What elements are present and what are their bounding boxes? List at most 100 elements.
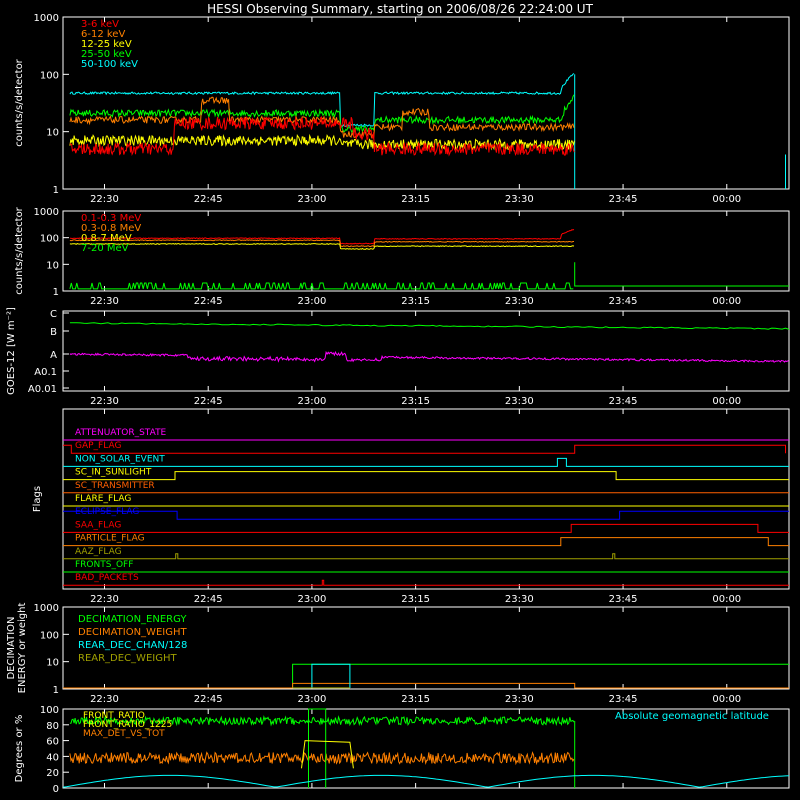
flags-time-label-0: 22:30 [90,594,119,605]
series-decimation-energy [63,663,789,689]
highE-ytick-label-1: 10 [46,260,59,271]
decim-time-label-0: 22:30 [90,694,119,705]
series-goes-long [69,322,790,330]
highE-ytick-label-2: 100 [40,234,59,245]
lowE-ytick-label-0: 1 [53,185,59,196]
flag-label-9: AAZ_FLAG [75,547,122,557]
goes-ylabel: GOES-12 [W m⁻²] [6,307,17,395]
decim-time-label-2: 23:00 [298,694,327,705]
chart-title: HESSI Observing Summary, starting on 200… [207,2,593,16]
decim-legend-1: DECIMATION_WEIGHT [78,627,187,638]
decim-ytick-label-3: 1000 [34,603,59,614]
lowE-time-label-6: 00:00 [712,194,741,205]
series-7-20-mev [69,282,574,290]
flag-label-2: NON_SOLAR_EVENT [75,454,165,464]
lowE-legend-4: 50-100 keV [81,59,138,70]
ratio-ytick-label-2: 40 [46,752,59,763]
decim-time-label-6: 00:00 [712,694,741,705]
goes-ytick-label-0: A0.01 [28,384,57,395]
lowE-axes [62,16,790,190]
flag-label-3: SC_IN_SUNLIGHT [75,468,152,478]
flags-time-label-6: 00:00 [712,594,741,605]
highE-ytick-label-0: 1 [53,287,59,298]
highE-axes [62,210,790,292]
decim-time-label-3: 23:15 [401,694,430,705]
flags-ylabel: Flags [32,486,43,512]
lowE-ytick-label-3: 1000 [34,13,59,24]
lowE-time-label-5: 23:45 [609,194,638,205]
ratio-ytick-label-5: 100 [40,705,59,716]
series-geomagnetic-latitude [62,774,790,788]
lowE-time-label-3: 23:15 [401,194,430,205]
series-decimation-weight [63,682,789,689]
goes-time-label-6: 00:00 [712,396,741,407]
flag-label-4: SC_TRANSMITTER [75,481,155,491]
goes-axes [62,310,790,392]
flags-time-label-1: 22:45 [194,594,223,605]
decim-legend-0: DECIMATION_ENERGY [78,614,187,625]
decim-ytick-label-0: 1 [53,685,59,696]
decim-ylabel-1: DECIMATION [6,616,17,679]
lowE-ytick-label-1: 10 [46,128,59,139]
decim-legend-3: REAR_DEC_WEIGHT [78,653,177,664]
flag-line-1 [63,444,786,454]
lowE-time-label-1: 22:45 [194,194,223,205]
series-goes-short [69,350,789,363]
highE-time-label-4: 23:30 [505,296,534,307]
ratio-ytick-label-1: 20 [46,768,59,779]
goes-ytick-label-3: B [50,327,57,338]
flag-label-11: BAD_PACKETS [75,573,139,583]
series-6-12-kev [69,96,575,140]
series-0.8-7-mev [69,243,575,250]
flag-line-7 [63,523,789,533]
highE-time-label-0: 22:30 [90,296,119,307]
flags-axes [62,408,790,590]
flag-line-2 [63,457,789,467]
ratio-ytick-label-0: 0 [53,784,59,795]
flag-label-1: GAP_FLAG [75,441,121,451]
series-7-20-mev-tail [574,262,789,287]
ratio-legend-2: MAX_DET_VS_TOT [83,729,165,739]
ratio-legend-3: Absolute geomagnetic latitude [615,711,769,722]
ratio-ytick-label-3: 60 [46,737,59,748]
flag-label-0: ATTENUATOR_STATE [75,428,167,438]
lowE-time-label-0: 22:30 [90,194,119,205]
flag-line-8 [63,537,789,547]
decim-legend-2: REAR_DEC_CHAN/128 [78,640,187,651]
highE-legend-3: 7-20 MeV [81,243,129,254]
flag-label-8: PARTICLE_FLAG [75,534,145,544]
lowE-time-label-2: 23:00 [298,194,327,205]
decim-ytick-label-1: 10 [46,658,59,669]
decim-time-label-4: 23:30 [505,694,534,705]
lowE-time-label-4: 23:30 [505,194,534,205]
highE-ylabel: counts/s/detector [14,206,25,294]
ratio-ylabel: Degrees or % [14,715,25,783]
decim-time-label-5: 23:45 [609,694,638,705]
flags-time-label-3: 23:15 [401,594,430,605]
highE-time-label-6: 00:00 [712,296,741,307]
flag-line-9 [63,553,789,560]
flag-line-11 [63,579,789,586]
goes-time-label-5: 23:45 [609,396,638,407]
flag-label-10: FRONTS_OFF [75,560,133,570]
goes-ytick-label-1: A0.1 [34,367,57,378]
flag-line-6 [63,510,789,520]
goes-time-label-3: 23:15 [401,396,430,407]
decim-time-label-1: 22:45 [194,694,223,705]
highE-time-label-1: 22:45 [194,296,223,307]
ratio-ytick-label-4: 80 [46,721,59,732]
lowE-ylabel: counts/s/detector [14,58,25,146]
goes-ytick-label-4: C [50,309,57,320]
decim-ytick-label-2: 100 [40,630,59,641]
lowE-ytick-label-2: 100 [40,70,59,81]
decim-ylabel-2: ENERGY or weight [17,603,28,694]
series-max-det-vs-tot [69,751,575,766]
flag-line-3 [63,471,789,481]
flag-label-7: SAA_FLAG [75,520,121,530]
flag-label-5: FLARE_FLAG [75,494,131,504]
goes-time-label-1: 22:45 [194,396,223,407]
series-rear-dec-chan [311,663,351,688]
flags-time-label-2: 23:00 [298,594,327,605]
goes-time-label-2: 23:00 [298,396,327,407]
highE-time-label-5: 23:45 [609,296,638,307]
